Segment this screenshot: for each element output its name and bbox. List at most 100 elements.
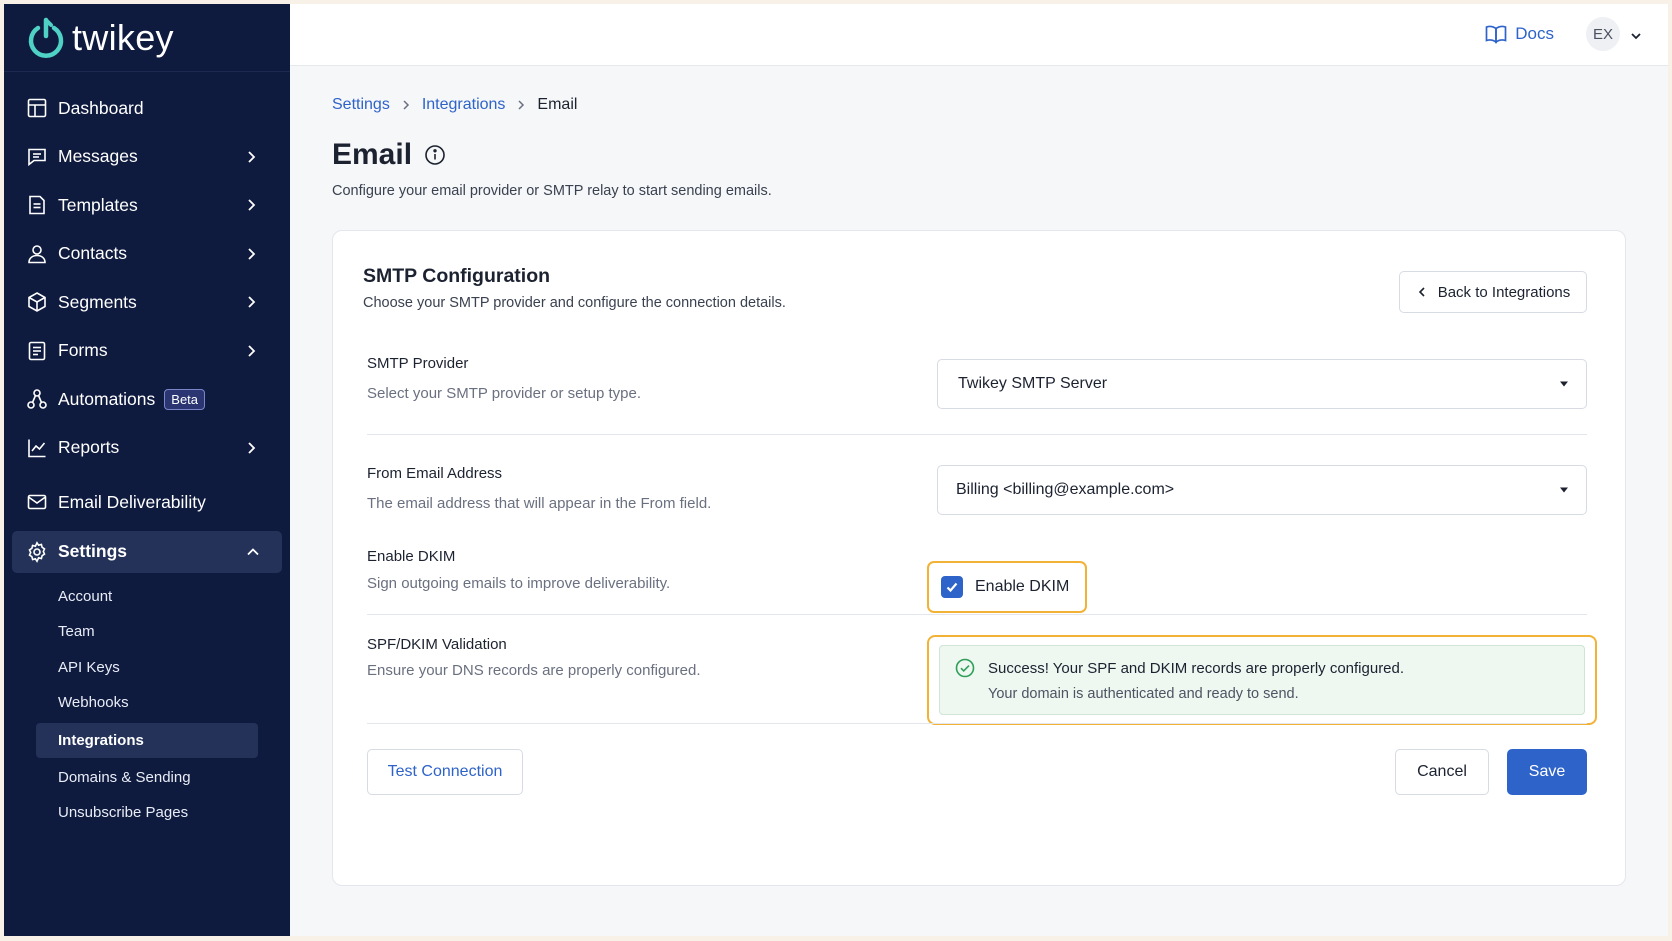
check-circle-icon (955, 658, 975, 678)
mail-icon (26, 491, 48, 513)
validation-label: SPF/DKIM Validation (367, 636, 507, 653)
sidebar-nav: Dashboard Messages Templates Contacts Se… (4, 72, 290, 831)
chevron-up-icon (246, 545, 260, 559)
sidebar: twikey Dashboard Messages Templates Cont… (4, 4, 290, 936)
breadcrumb-integrations[interactable]: Integrations (422, 96, 506, 114)
success-subtitle: Your domain is authenticated and ready t… (988, 686, 1299, 702)
chevron-left-icon (1418, 287, 1425, 297)
validation-description: Ensure your DNS records are properly con… (367, 662, 701, 679)
sidebar-item-label: Templates (58, 194, 138, 215)
checkbox-checked[interactable] (941, 576, 963, 598)
sidebar-item-label: Automations (58, 388, 156, 409)
sidebar-item-forms[interactable]: Forms (4, 327, 290, 376)
chevron-right-icon (244, 441, 258, 455)
from-email-description: The email address that will appear in th… (367, 495, 712, 512)
dashboard-icon (26, 97, 48, 119)
smtp-provider-select[interactable]: Twikey SMTP Server (937, 359, 1587, 409)
card-title: SMTP Configuration (363, 265, 551, 287)
save-button[interactable]: Save (1507, 749, 1587, 795)
sidebar-item-label: Email Deliverability (58, 491, 206, 512)
sidebar-item-contacts[interactable]: Contacts (4, 230, 290, 279)
sidebar-item-label: Contacts (58, 243, 128, 264)
chevron-right-icon (400, 99, 412, 111)
page-subtitle: Configure your email provider or SMTP re… (332, 183, 772, 199)
logo-text: twikey (72, 16, 174, 58)
sidebar-subitem-team[interactable]: Team (4, 614, 290, 650)
message-icon (26, 146, 48, 168)
chevron-right-icon (244, 344, 258, 358)
back-button-label: Back to Integrations (1437, 283, 1571, 301)
caret-down-icon (1560, 381, 1568, 387)
success-alert: Success! Your SPF and DKIM records are p… (939, 645, 1585, 715)
from-email-select[interactable]: Billing <billing@example.com> (937, 465, 1587, 515)
breadcrumb-settings[interactable]: Settings (332, 96, 390, 114)
sidebar-item-automations[interactable]: Automations Beta (4, 375, 290, 424)
avatar[interactable]: EX (1586, 17, 1620, 51)
page-title: Email (332, 138, 446, 172)
chevron-right-icon (244, 198, 258, 212)
sidebar-item-label: Messages (58, 146, 138, 167)
info-icon[interactable] (424, 144, 446, 166)
book-icon (1485, 25, 1507, 44)
sidebar-item-segments[interactable]: Segments (4, 278, 290, 327)
success-title: Success! Your SPF and DKIM records are p… (988, 660, 1405, 677)
chevron-right-icon (244, 247, 258, 261)
divider (367, 723, 1587, 724)
smtp-provider-label: SMTP Provider (367, 355, 469, 372)
docs-label: Docs (1515, 24, 1554, 43)
sidebar-subitem-api-keys[interactable]: API Keys (4, 650, 290, 686)
enable-dkim-checkbox[interactable]: Enable DKIM (927, 561, 1087, 613)
sidebar-item-label: Segments (58, 291, 137, 312)
sidebar-item-dashboard[interactable]: Dashboard (4, 84, 290, 133)
sidebar-subitem-webhooks[interactable]: Webhooks (4, 685, 290, 721)
validation-highlight: Success! Your SPF and DKIM records are p… (927, 635, 1597, 725)
sidebar-subitem-integrations[interactable]: Integrations (36, 722, 258, 758)
test-connection-button[interactable]: Test Connection (367, 749, 523, 795)
main-content: Settings Integrations Email Email Config… (290, 66, 1668, 936)
divider (367, 434, 1587, 435)
sidebar-item-label: Reports (58, 437, 120, 458)
breadcrumb-email: Email (537, 96, 578, 113)
sidebar-subitem-domains-sending[interactable]: Domains & Sending (4, 760, 290, 796)
card-subtitle: Choose your SMTP provider and configure … (363, 295, 786, 311)
sidebar-item-settings[interactable]: Settings (12, 530, 282, 573)
cancel-button[interactable]: Cancel (1395, 749, 1489, 795)
sidebar-item-email-deliverability[interactable]: Email Deliverability (4, 478, 290, 527)
divider (367, 614, 1587, 615)
from-email-label: From Email Address (367, 465, 503, 482)
chevron-right-icon (244, 150, 258, 164)
cube-icon (26, 291, 48, 313)
sidebar-subitem-unsubscribe-pages[interactable]: Unsubscribe Pages (4, 795, 290, 831)
chart-icon (26, 437, 48, 459)
gear-icon (26, 540, 48, 563)
smtp-config-card: SMTP Configuration Choose your SMTP prov… (332, 230, 1626, 886)
back-to-integrations-button[interactable]: Back to Integrations (1399, 271, 1587, 313)
breadcrumb: Settings Integrations Email (332, 96, 577, 114)
sidebar-item-label: Settings (58, 541, 128, 561)
smtp-provider-value: Twikey SMTP Server (958, 375, 1108, 392)
dkim-description: Sign outgoing emails to improve delivera… (367, 575, 671, 592)
caret-down-icon (1560, 487, 1568, 493)
chevron-right-icon (515, 99, 527, 111)
sidebar-item-label: Dashboard (58, 97, 144, 118)
automation-icon (26, 388, 48, 410)
smtp-provider-description: Select your SMTP provider or setup type. (367, 385, 642, 402)
settings-subnav: Account Team API Keys Webhooks Integrati… (4, 573, 290, 831)
topbar: Docs EX (290, 4, 1668, 66)
logo-icon (28, 17, 64, 58)
page-title-text: Email (332, 138, 413, 171)
sidebar-item-templates[interactable]: Templates (4, 181, 290, 230)
chevron-down-icon[interactable] (1630, 30, 1642, 42)
sidebar-item-reports[interactable]: Reports (4, 424, 290, 473)
logo[interactable]: twikey (4, 4, 290, 72)
sidebar-item-label: Forms (58, 340, 108, 361)
form-icon (26, 340, 48, 362)
dkim-label: Enable DKIM (367, 548, 456, 565)
check-icon (946, 582, 958, 593)
beta-badge: Beta (164, 388, 206, 410)
chevron-right-icon (244, 295, 258, 309)
sidebar-subitem-account[interactable]: Account (4, 579, 290, 615)
sidebar-item-messages[interactable]: Messages (4, 133, 290, 182)
docs-link[interactable]: Docs (1485, 24, 1554, 44)
from-email-value: Billing <billing@example.com> (956, 481, 1175, 498)
